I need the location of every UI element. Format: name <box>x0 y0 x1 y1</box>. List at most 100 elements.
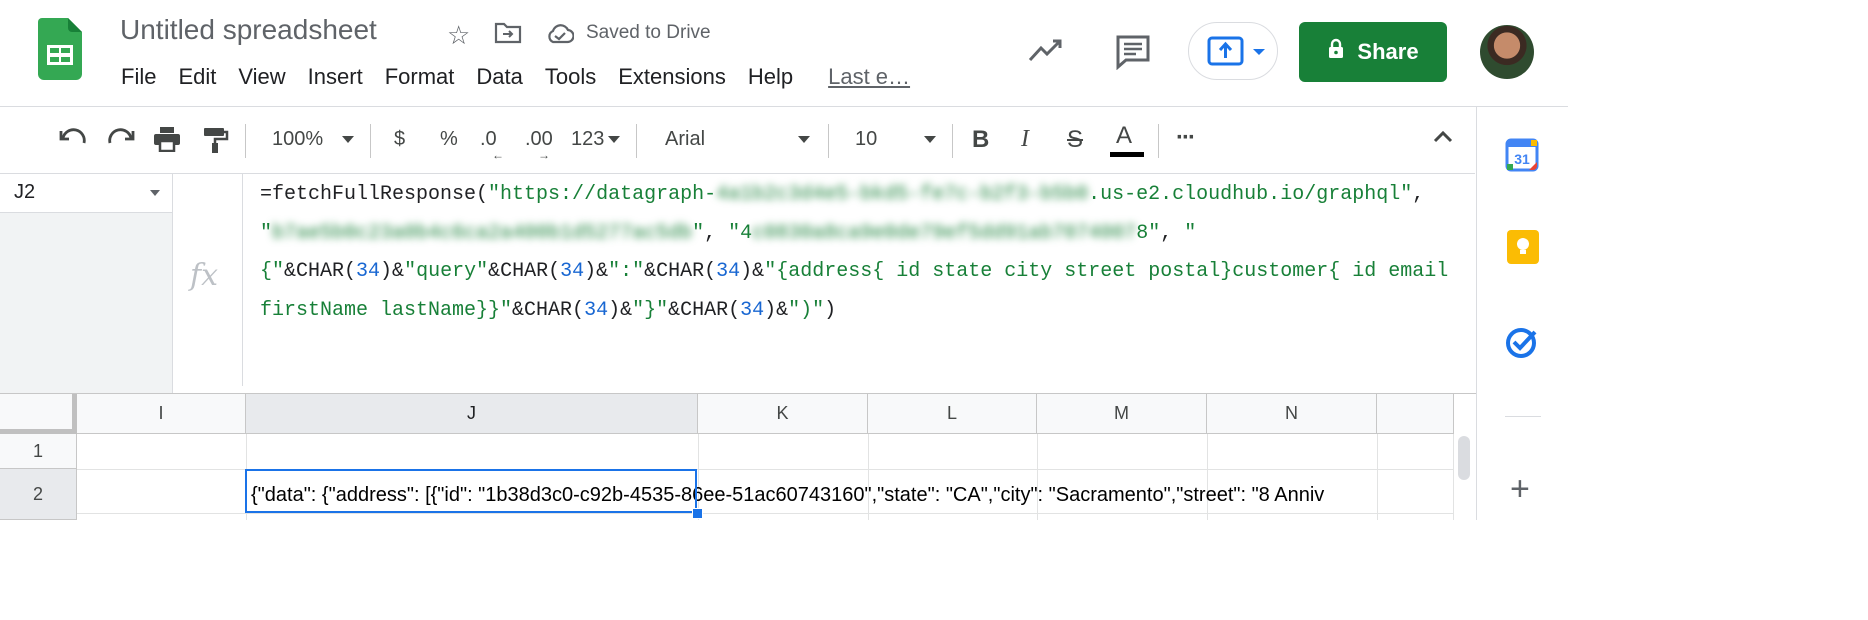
grid-line <box>1377 434 1378 520</box>
menu-edit[interactable]: Edit <box>167 64 227 90</box>
activity-trend-icon[interactable] <box>1028 36 1064 69</box>
chevron-up-icon[interactable] <box>1432 128 1454 149</box>
name-box-area <box>0 213 172 393</box>
menu-format[interactable]: Format <box>374 64 466 90</box>
formula-string: ")" <box>788 298 825 322</box>
font-chevron-down-icon <box>798 136 810 143</box>
redacted-text: b7ae5b0c23a0b4c6ca2a400b1d5277ac5db <box>272 221 693 245</box>
font-family-select[interactable]: Arial <box>665 128 705 151</box>
menu-extensions[interactable]: Extensions <box>607 64 737 90</box>
select-all-corner[interactable] <box>0 394 77 434</box>
lock-icon <box>1327 38 1345 66</box>
last-edit-link[interactable]: Last e… <box>804 64 921 90</box>
formula-text: )& <box>584 260 609 283</box>
name-box-chevron-down-icon[interactable] <box>150 190 160 196</box>
get-addons-plus-icon[interactable]: + <box>1510 472 1530 506</box>
format-percent-button[interactable]: % <box>440 128 458 151</box>
formula-string: "{address{ id state city street postal}c… <box>764 260 1449 283</box>
formula-text: &CHAR( <box>668 298 741 322</box>
name-box-value[interactable]: J2 <box>14 181 35 204</box>
more-formats-chevron-down-icon <box>608 136 620 143</box>
undo-icon[interactable] <box>58 126 88 157</box>
font-size-select[interactable]: 10 <box>855 128 877 151</box>
tasks-icon[interactable] <box>1505 325 1539 364</box>
keep-icon[interactable] <box>1507 230 1539 269</box>
formula-string: .us-e2.cloudhub.io/graphql" <box>1088 183 1413 206</box>
share-button[interactable]: Share <box>1299 22 1447 82</box>
formula-text: =fetchFullResponse( <box>260 183 489 206</box>
menu-help[interactable]: Help <box>737 64 804 90</box>
formula-number: 34 <box>716 260 741 283</box>
column-header-j[interactable]: J <box>246 394 698 434</box>
formula-input[interactable]: =fetchFullResponse("https://datagraph-4a… <box>260 176 1470 330</box>
menu-tools[interactable]: Tools <box>534 64 607 90</box>
more-formats-button[interactable]: 123 <box>571 128 604 151</box>
column-header-i[interactable]: I <box>77 394 246 434</box>
arrow-left-icon: ← <box>492 148 504 162</box>
formula-text: &CHAR( <box>644 260 717 283</box>
menu-bar: File Edit View Insert Format Data Tools … <box>110 64 921 90</box>
row-header-1[interactable]: 1 <box>0 434 77 469</box>
font-size-chevron-down-icon <box>924 136 936 143</box>
italic-button[interactable]: I <box>1021 126 1029 153</box>
user-avatar[interactable] <box>1480 25 1534 79</box>
column-header-m[interactable]: M <box>1037 394 1207 434</box>
sheets-logo-icon[interactable] <box>38 18 82 80</box>
bold-button[interactable]: B <box>972 126 989 154</box>
formula-number: 34 <box>560 260 585 283</box>
column-header-k[interactable]: K <box>698 394 868 434</box>
strikethrough-button[interactable]: S <box>1067 126 1083 154</box>
menu-file[interactable]: File <box>110 64 167 90</box>
formula-number: 34 <box>356 260 381 283</box>
more-options-icon[interactable]: ··· <box>1176 124 1196 152</box>
formula-string: " <box>260 221 273 245</box>
move-folder-icon[interactable] <box>494 21 522 50</box>
print-icon[interactable] <box>152 126 182 157</box>
paint-format-icon[interactable] <box>201 126 229 159</box>
formula-number: 34 <box>740 298 765 322</box>
side-panel-divider <box>1505 416 1541 417</box>
formula-string: "4 <box>728 221 753 245</box>
menu-insert[interactable]: Insert <box>297 64 374 90</box>
formula-string: " <box>1184 221 1197 245</box>
zoom-select[interactable]: 100% <box>272 128 323 151</box>
scrollbar-thumb[interactable] <box>1458 436 1470 480</box>
formula-text: &CHAR( <box>284 260 357 283</box>
column-header-l[interactable]: L <box>868 394 1037 434</box>
column-header-next[interactable] <box>1377 394 1454 434</box>
grid-line <box>1037 434 1038 520</box>
star-icon[interactable]: ☆ <box>447 20 470 51</box>
formula-text: , <box>1412 183 1425 206</box>
menu-view[interactable]: View <box>227 64 296 90</box>
save-status[interactable]: Saved to Drive <box>586 22 711 44</box>
grid-line <box>77 513 1453 514</box>
grid-line <box>1207 434 1208 520</box>
formula-string: "https://datagraph- <box>488 183 717 206</box>
formula-string: "query" <box>404 260 489 283</box>
column-header-n[interactable]: N <box>1207 394 1377 434</box>
formula-text: )& <box>380 260 405 283</box>
formula-string: ":" <box>608 260 645 283</box>
formula-text: )& <box>764 298 789 322</box>
calendar-icon[interactable]: 31 <box>1505 138 1539 177</box>
formula-string: {" <box>260 260 285 283</box>
text-color-button[interactable]: A <box>1116 122 1132 150</box>
formula-text: &CHAR( <box>512 298 585 322</box>
document-title[interactable]: Untitled spreadsheet <box>120 14 377 46</box>
fill-handle[interactable] <box>692 508 703 519</box>
selected-cell-j2[interactable] <box>245 469 697 513</box>
redo-icon[interactable] <box>106 126 136 157</box>
comment-icon[interactable] <box>1114 34 1152 75</box>
formula-string: 8" <box>1136 221 1161 245</box>
formula-bar-divider <box>242 174 243 386</box>
formula-text: ) <box>824 298 837 322</box>
grid-line <box>868 434 869 520</box>
share-label: Share <box>1357 39 1419 64</box>
menu-data[interactable]: Data <box>465 64 533 90</box>
formula-bar-divider <box>172 174 173 393</box>
present-button[interactable] <box>1188 22 1278 80</box>
row-header-2[interactable]: 2 <box>0 469 77 520</box>
formula-text: , <box>704 221 729 245</box>
format-currency-button[interactable]: $ <box>394 128 405 151</box>
formula-text: )& <box>740 260 765 283</box>
